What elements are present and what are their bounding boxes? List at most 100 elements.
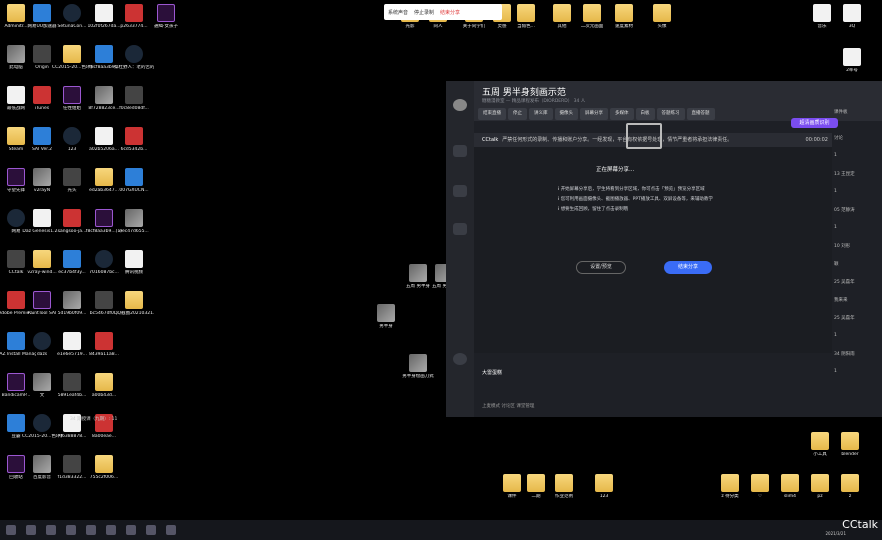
desktop-icon[interactable]: 头像 (642, 4, 682, 30)
desktop-icon-image (33, 332, 51, 350)
desktop-icon-image (63, 291, 81, 309)
chat-message: 10 刘彤 (834, 244, 851, 249)
toolbar-tabs: 结束直播 停止 讲义库 摄像头 屏幕分享 多媒体 白板 答题练习 直播答题 (478, 108, 715, 120)
app-icon[interactable] (126, 525, 136, 535)
tab-0[interactable]: 结束直播 (478, 108, 506, 120)
tab-7[interactable]: 答题练习 (656, 108, 685, 120)
tab-1[interactable]: 停止 (508, 108, 527, 120)
app-icon[interactable] (66, 525, 76, 535)
end-share-button[interactable]: 结束分享 (440, 9, 460, 16)
desktop-icon-image (33, 168, 51, 186)
desktop-icon-image (95, 332, 113, 350)
desktop-icon-image (813, 4, 831, 22)
desktop-icon-image (125, 168, 143, 186)
desktop-icon-label: 当角色... (517, 24, 535, 29)
settings-icon[interactable] (453, 353, 467, 365)
desktop-icon[interactable]: 3Q (832, 4, 872, 30)
start-icon[interactable] (6, 525, 16, 535)
side-rail (446, 81, 474, 417)
desktop-icon-label: 8439a11a8... (89, 352, 119, 357)
desktop-icon[interactable]: 8439a11a8... (84, 332, 124, 358)
cctalk-window: 五周 男半身刻画示范 糖糖漫教室 — 精品课程发布（DIORDERD） 34 人… (446, 81, 882, 417)
desktop-icon-image (125, 4, 143, 22)
task-view-icon[interactable] (46, 525, 56, 535)
desktop-icon-label: 通缉·女孩子 (154, 24, 178, 29)
desktop-icon-image (517, 4, 535, 22)
desktop-icon-image (125, 127, 143, 145)
desktop-icon-image (843, 4, 861, 22)
desktop-icon[interactable]: 速度素材 (604, 4, 644, 30)
desktop-icon[interactable]: 蔡杜野人：老的苦的黑... (114, 45, 154, 71)
desktop-icon[interactable]: eec47d655... (114, 209, 154, 235)
desktop-icon[interactable]: 123 (584, 474, 624, 500)
desktop-icon-image (63, 4, 81, 22)
desktop-icon-label: 755c2f006... (89, 475, 119, 480)
desktop-icon[interactable]: 通缉·女孩子 (146, 4, 186, 30)
live-badge[interactable]: 超清画质识别 (791, 118, 838, 128)
course-title: 五周 男半身刻画示范 (482, 88, 566, 98)
desktop-icon-image (811, 474, 829, 492)
bottom-tools[interactable]: 上麦模式 讨论区 课堂管理 (474, 397, 832, 417)
desktop-icon-image (33, 414, 51, 432)
desktop-icon[interactable]: 2率号 (832, 48, 872, 74)
desktop-icon[interactable]: blender (830, 432, 870, 458)
desktop-icon[interactable]: f0c8ed08df... (114, 86, 154, 112)
desktop-icon[interactable]: 755c2f006... (84, 455, 124, 481)
desktop-icon-image (95, 455, 113, 473)
rail-icon-3[interactable] (453, 223, 467, 235)
desktop-icon-label: a00b43d... (91, 393, 117, 398)
desktop-icon-image (125, 291, 143, 309)
notice-app: CCtalk (482, 137, 499, 143)
desktop-icon-image (95, 168, 113, 186)
tip-0: 开始屏幕分享后，学生将看到分享区域，你可点击「预览」预览分享区域 (558, 185, 713, 195)
desktop-icon-image (811, 432, 829, 450)
desktop-icon-image (33, 291, 51, 309)
desktop-icon-image (841, 432, 859, 450)
preview-button[interactable]: 设置/预览 (576, 261, 626, 274)
desktop-icon-image (409, 354, 427, 372)
tab-8[interactable]: 直播答题 (686, 108, 715, 120)
avatar[interactable] (453, 99, 467, 111)
desktop-icon-label: 男半身 (379, 324, 393, 329)
app-icon[interactable] (146, 525, 156, 535)
desktop-icon[interactable]: 男半身 (366, 304, 406, 330)
desktop-icon[interactable]: a00b43d... (84, 373, 124, 399)
desktop-icon-label: 123 (599, 494, 609, 499)
search-icon[interactable] (26, 525, 36, 535)
desktop-icon[interactable]: 007GXUCN... (114, 168, 154, 194)
stop-record-button[interactable]: 停止录制 (414, 9, 434, 16)
system-sound-toggle[interactable]: 系统声音 (388, 9, 408, 16)
tab-5[interactable]: 多媒体 (610, 108, 634, 120)
desktop-icon[interactable]: 腾讯视频 (114, 250, 154, 276)
desktop-icon-image (63, 168, 81, 186)
tab-6[interactable]: 白板 (635, 108, 655, 120)
chat-top-button[interactable]: 课件板 (834, 109, 878, 115)
app-icon[interactable] (166, 525, 176, 535)
desktop-icon[interactable]: QQ截图20210321... (114, 291, 154, 317)
rail-icon-1[interactable] (453, 145, 467, 157)
app-icon[interactable] (106, 525, 116, 535)
desktop-icon-image (125, 250, 143, 268)
desktop-icon-label: z (848, 494, 852, 499)
desktop-icon-image (63, 332, 81, 350)
chat-message: 34 阴阳雨 (834, 352, 855, 357)
desktop-icon-image (33, 127, 51, 145)
course-subtitle: 糖糖漫教室 — 精品课程发布（DIORDERD） 34 人 (482, 99, 586, 104)
desktop-icon-image (157, 4, 175, 22)
tab-4[interactable]: 屏幕分享 (580, 108, 608, 120)
end-share-btn[interactable]: 结束分享 (664, 261, 712, 274)
rail-icon-2[interactable] (453, 185, 467, 197)
desktop-icon-image (95, 209, 113, 227)
desktop-icon[interactable]: 6cd5342b... (114, 127, 154, 153)
app-icon[interactable] (86, 525, 96, 535)
tab-2[interactable]: 讲义库 (529, 108, 553, 120)
desktop-icon[interactable]: 作业范例 (544, 474, 584, 500)
desktop-icon[interactable]: 当角色... (506, 4, 546, 30)
desktop-icon-image (33, 86, 51, 104)
desktop-icon-label: 腾讯视频 (125, 270, 143, 275)
desktop-icon[interactable]: 男半身绘画刀式 (398, 354, 438, 380)
desktop-icon-image (95, 127, 113, 145)
desktop-icon[interactable]: z (830, 474, 870, 500)
tab-3[interactable]: 摄像头 (554, 108, 578, 120)
desktop-icon-image (63, 373, 81, 391)
